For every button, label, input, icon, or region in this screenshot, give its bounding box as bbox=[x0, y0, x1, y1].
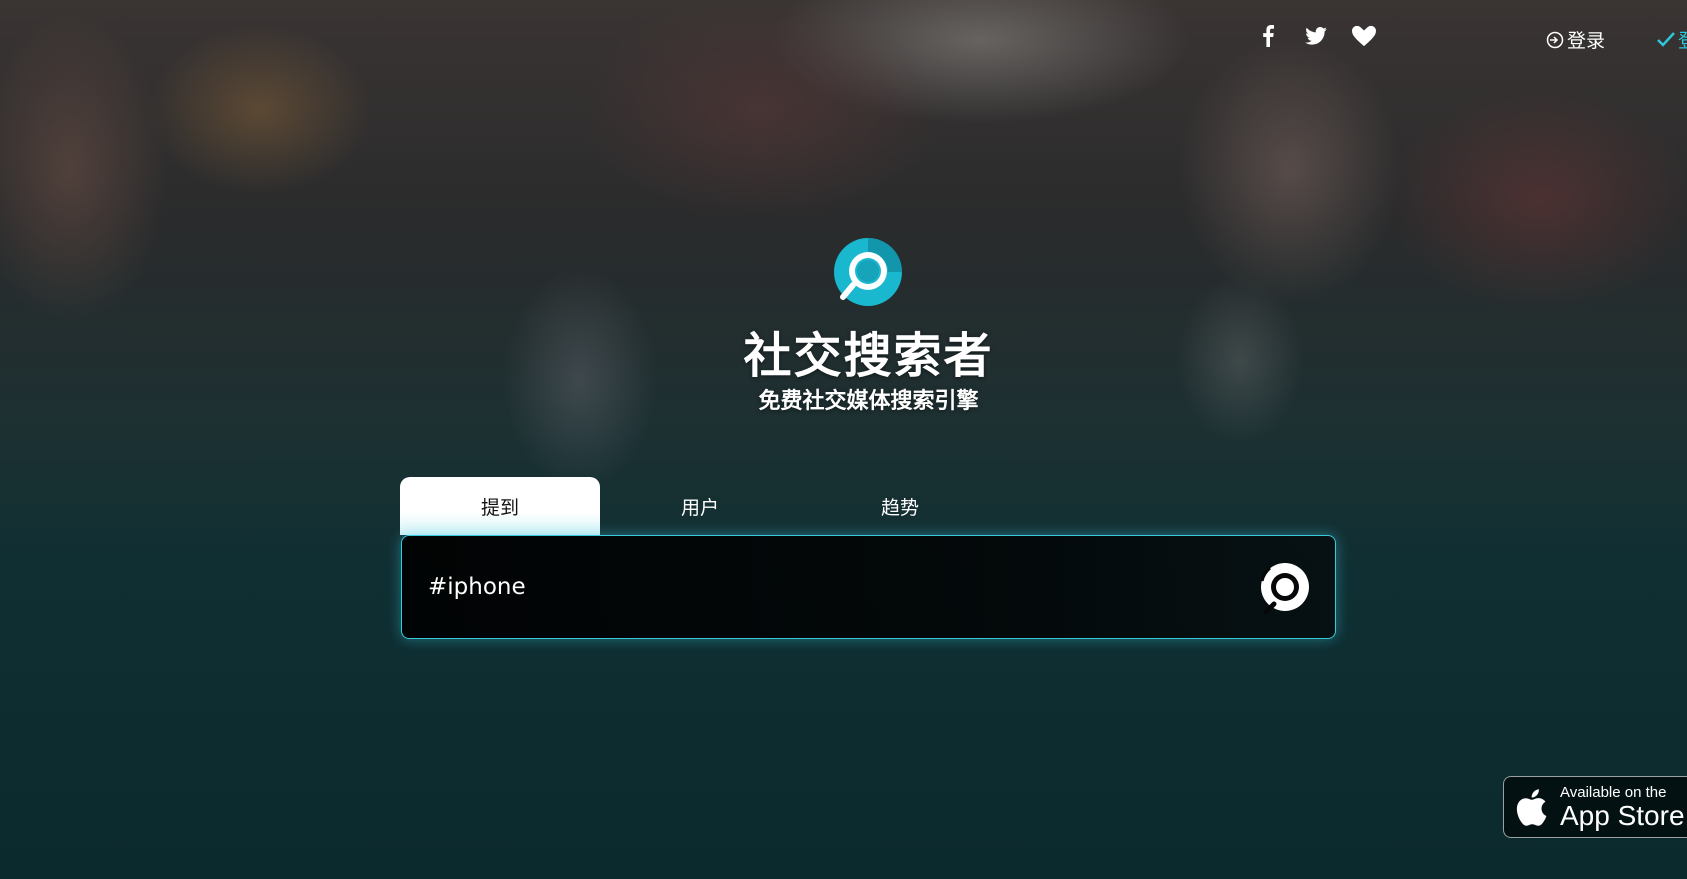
background-image bbox=[0, 0, 1687, 879]
social-links bbox=[1256, 24, 1376, 48]
search-box bbox=[401, 535, 1336, 639]
login-link[interactable]: 登录 bbox=[1546, 26, 1605, 53]
heart-icon[interactable] bbox=[1352, 24, 1376, 48]
search-input[interactable] bbox=[426, 566, 1210, 608]
page-title: 社交搜索者 bbox=[743, 328, 994, 384]
apple-icon bbox=[1516, 789, 1547, 826]
top-bar: 登录 登 bbox=[0, 22, 1687, 56]
twitter-icon[interactable] bbox=[1304, 24, 1328, 48]
tab-mentions[interactable]: 提到 bbox=[400, 477, 600, 535]
signup-label: 登 bbox=[1678, 26, 1687, 53]
tab-users[interactable]: 用户 bbox=[600, 477, 800, 535]
facebook-icon[interactable] bbox=[1256, 24, 1280, 48]
login-icon bbox=[1546, 31, 1564, 48]
search-tabs: 提到 用户 趋势 bbox=[400, 477, 1000, 535]
app-store-line1: Available on the bbox=[1560, 783, 1667, 801]
signup-link[interactable]: 登 bbox=[1657, 26, 1687, 53]
tab-trends[interactable]: 趋势 bbox=[800, 477, 1000, 535]
login-label: 登录 bbox=[1567, 30, 1606, 52]
app-store-badge[interactable]: Available on the App Store bbox=[1503, 776, 1687, 838]
logo-icon bbox=[834, 238, 902, 306]
page-subtitle: 免费社交媒体搜索引擎 bbox=[758, 389, 979, 414]
search-button[interactable] bbox=[1256, 559, 1314, 617]
checkmark-icon bbox=[1657, 31, 1675, 47]
app-store-line2: App Store bbox=[1560, 799, 1685, 831]
